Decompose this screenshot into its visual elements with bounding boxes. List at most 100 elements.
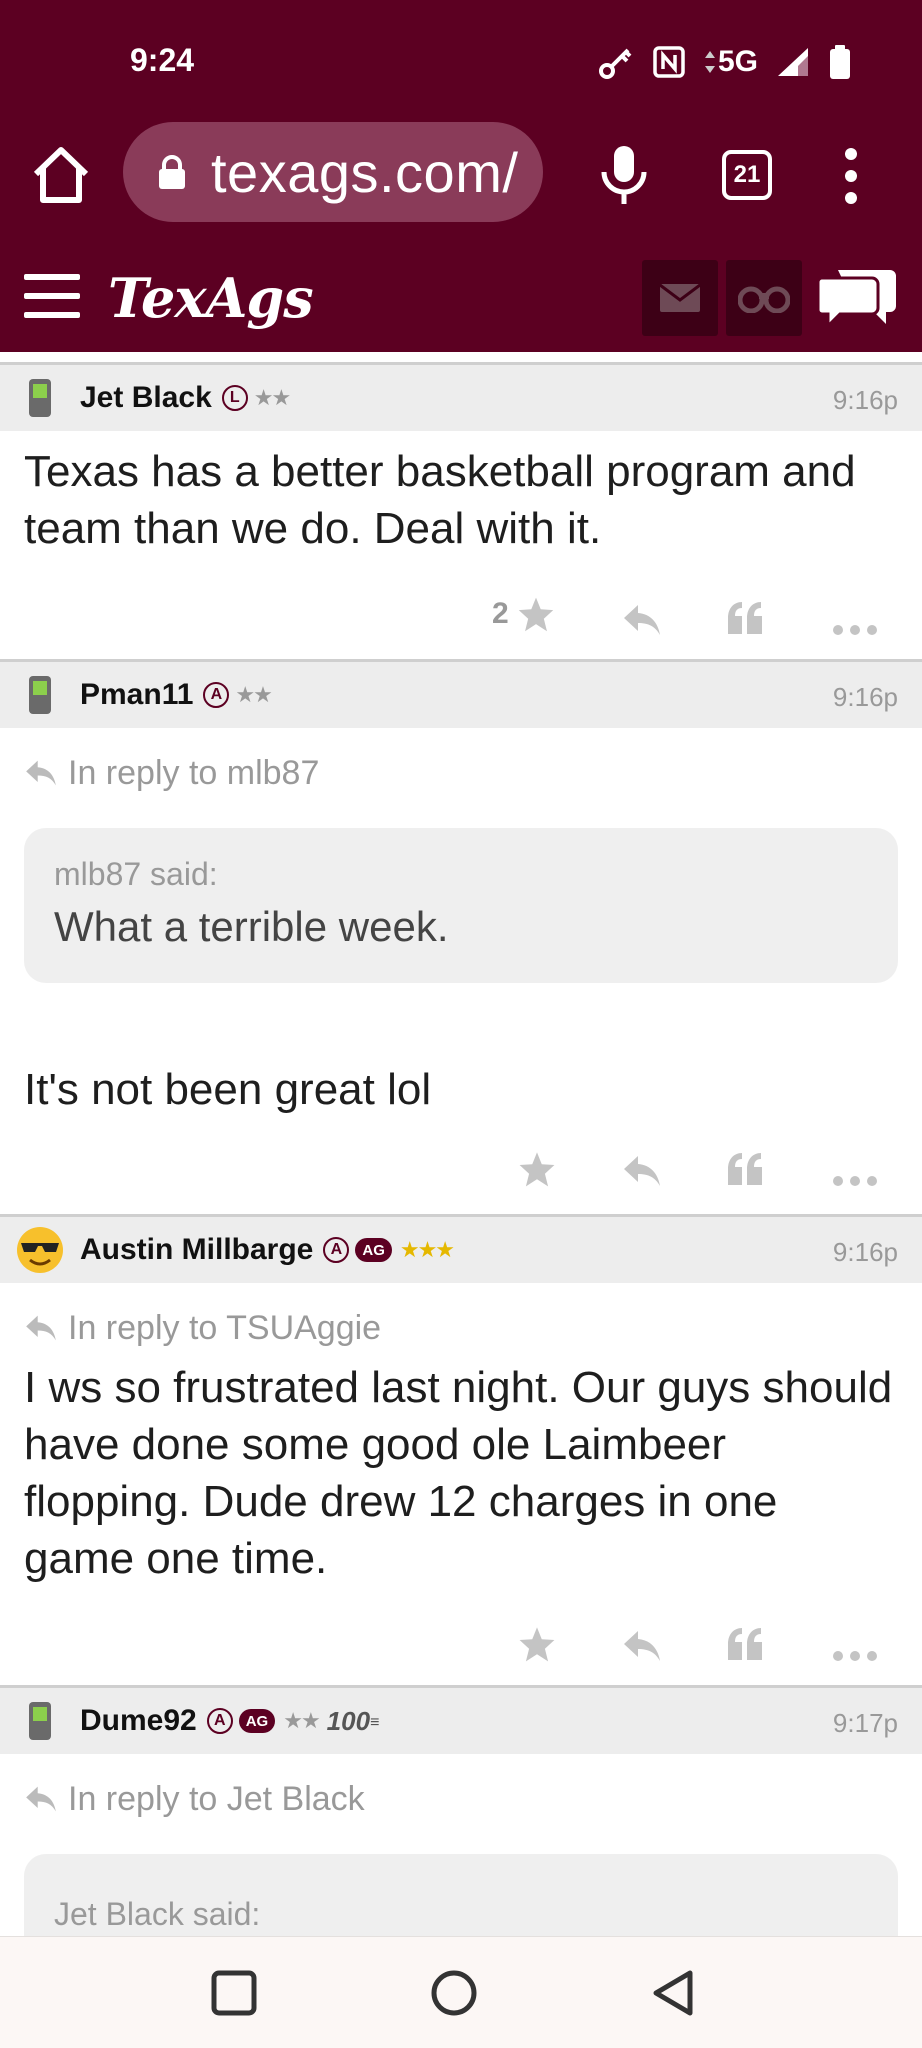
- site-logo[interactable]: TexAgs: [108, 266, 314, 330]
- hundred-badge: 100≡: [326, 1705, 380, 1736]
- avatar[interactable]: [14, 1224, 66, 1276]
- reply-to-text: In reply to TSUAggie: [68, 1308, 382, 1347]
- reply-arrow-icon: [26, 1315, 56, 1341]
- battery-icon: [830, 45, 850, 79]
- user-badge: A: [323, 1237, 350, 1263]
- site-header: TexAgs: [0, 248, 922, 352]
- star-icon[interactable]: [518, 1144, 556, 1194]
- user-stars: ★★: [253, 385, 291, 410]
- post-header: Pman11 A ★★ 9:16p: [0, 662, 922, 728]
- user-badge: A: [206, 1708, 233, 1734]
- phone-avatar-icon: [29, 1702, 51, 1740]
- reply-icon[interactable]: [622, 1621, 662, 1671]
- watch-button[interactable]: [726, 260, 802, 336]
- post-time[interactable]: 9:16p: [833, 682, 898, 713]
- sunglasses-smiley-icon: [17, 1227, 63, 1273]
- avatar[interactable]: [14, 669, 66, 721]
- quote-icon[interactable]: [726, 1619, 764, 1669]
- status-bar: 9:24 5G: [0, 0, 922, 120]
- post: Dume92 A AG ★★ 100≡ 9:17p In reply to Je…: [0, 1685, 922, 1936]
- browser-chrome: 9:24 5G texags.com/ 21 TexAgs: [0, 0, 922, 352]
- post-time[interactable]: 9:16p: [833, 385, 898, 416]
- thread-feed[interactable]: Jet Black L ★★ 9:16p Texas has a better …: [0, 352, 922, 1936]
- quote-icon[interactable]: [726, 1144, 764, 1194]
- post-time[interactable]: 9:16p: [833, 1237, 898, 1268]
- user-stars: ★★★: [399, 1237, 455, 1262]
- ag-badge: AG: [238, 1709, 276, 1733]
- post: Pman11 A ★★ 9:16p In reply to mlb87 mlb8…: [0, 659, 922, 1214]
- username[interactable]: Dume92: [80, 1704, 197, 1738]
- data-arrows-icon: [704, 51, 715, 73]
- chat-bubbles-icon[interactable]: [818, 262, 898, 334]
- reply-to-link[interactable]: In reply to mlb87: [24, 750, 898, 796]
- star-count: 2: [492, 597, 509, 630]
- reply-icon[interactable]: [622, 1146, 662, 1196]
- avatar[interactable]: [14, 372, 66, 424]
- star-button[interactable]: 2: [492, 589, 555, 639]
- username[interactable]: Jet Black: [80, 381, 212, 415]
- quote-block: mlb87 said: What a terrible week.: [24, 828, 898, 983]
- more-options-icon[interactable]: [832, 1156, 878, 1206]
- lock-icon: [159, 155, 185, 189]
- username[interactable]: Pman11: [80, 678, 193, 712]
- reply-to-link[interactable]: In reply to TSUAggie: [24, 1305, 898, 1351]
- tab-switcher-button[interactable]: 21: [722, 150, 772, 200]
- more-options-icon[interactable]: [832, 1631, 878, 1681]
- key-icon: [598, 48, 632, 79]
- username[interactable]: Austin Millbarge: [80, 1233, 313, 1267]
- post-text: It's not been great lol: [24, 1065, 432, 1114]
- user-badge: L: [221, 385, 248, 411]
- ag-badge: AG: [355, 1238, 392, 1262]
- quote-author: mlb87 said:: [54, 856, 218, 892]
- url-bar[interactable]: texags.com/: [123, 122, 543, 222]
- quote-text: What a terrible week.: [54, 903, 449, 950]
- phone-avatar-icon: [29, 379, 51, 417]
- home-icon[interactable]: [28, 142, 94, 208]
- post-actions: [0, 1122, 922, 1214]
- post-text: I ws so frustrated last night. Our guys …: [24, 1363, 893, 1583]
- reply-arrow-icon: [26, 760, 56, 786]
- post-header: Austin Millbarge A AG ★★★ 9:16p: [0, 1217, 922, 1283]
- post-actions: 2: [0, 567, 922, 659]
- binoculars-icon: [738, 286, 790, 313]
- hamburger-menu-icon[interactable]: [24, 274, 80, 318]
- network-indicator: 5G: [704, 45, 758, 79]
- reply-arrow-icon: [26, 1786, 56, 1812]
- messages-button[interactable]: [642, 260, 718, 336]
- post-header: Jet Black L ★★ 9:16p: [0, 365, 922, 431]
- recent-apps-icon[interactable]: [206, 1965, 262, 2021]
- status-icons: 5G: [598, 44, 852, 80]
- quote-author: Jet Black said:: [54, 1896, 261, 1932]
- back-nav-icon[interactable]: [646, 1965, 702, 2021]
- post-header: Dume92 A AG ★★ 100≡ 9:17p: [0, 1688, 922, 1754]
- network-type: 5G: [717, 45, 758, 78]
- reply-to-link[interactable]: In reply to Jet Black: [24, 1776, 898, 1822]
- overflow-menu-icon[interactable]: [836, 144, 866, 208]
- microphone-icon[interactable]: [598, 144, 650, 206]
- post: Austin Millbarge A AG ★★★ 9:16p In reply…: [0, 1214, 922, 1685]
- hundred-badge-label: 100: [326, 1705, 371, 1736]
- user-stars: ★★: [283, 1708, 320, 1733]
- post-actions: [0, 1589, 922, 1685]
- user-badge: A: [203, 682, 230, 708]
- quote-block: Jet Black said:: [24, 1854, 898, 1936]
- phone-avatar-icon: [29, 676, 51, 714]
- reply-to-text: In reply to Jet Black: [68, 1779, 365, 1818]
- post-text: Texas has a better basketball program an…: [24, 447, 856, 553]
- more-options-icon[interactable]: [832, 605, 878, 655]
- star-icon[interactable]: [518, 1619, 556, 1669]
- post-time[interactable]: 9:17p: [833, 1708, 898, 1739]
- user-stars: ★★: [235, 682, 272, 707]
- url-text[interactable]: texags.com/: [211, 140, 518, 205]
- home-nav-icon[interactable]: [426, 1965, 482, 2021]
- status-time: 9:24: [130, 42, 195, 78]
- nfc-icon: [653, 46, 685, 78]
- envelope-icon: [659, 283, 701, 312]
- signal-icon: [778, 48, 808, 76]
- reply-icon[interactable]: [622, 595, 662, 645]
- avatar[interactable]: [14, 1695, 66, 1747]
- reply-to-text: In reply to mlb87: [68, 753, 320, 792]
- url-bar-row: texags.com/ 21: [0, 120, 922, 228]
- quote-icon[interactable]: [726, 593, 764, 643]
- system-nav-bar: [0, 1936, 922, 2048]
